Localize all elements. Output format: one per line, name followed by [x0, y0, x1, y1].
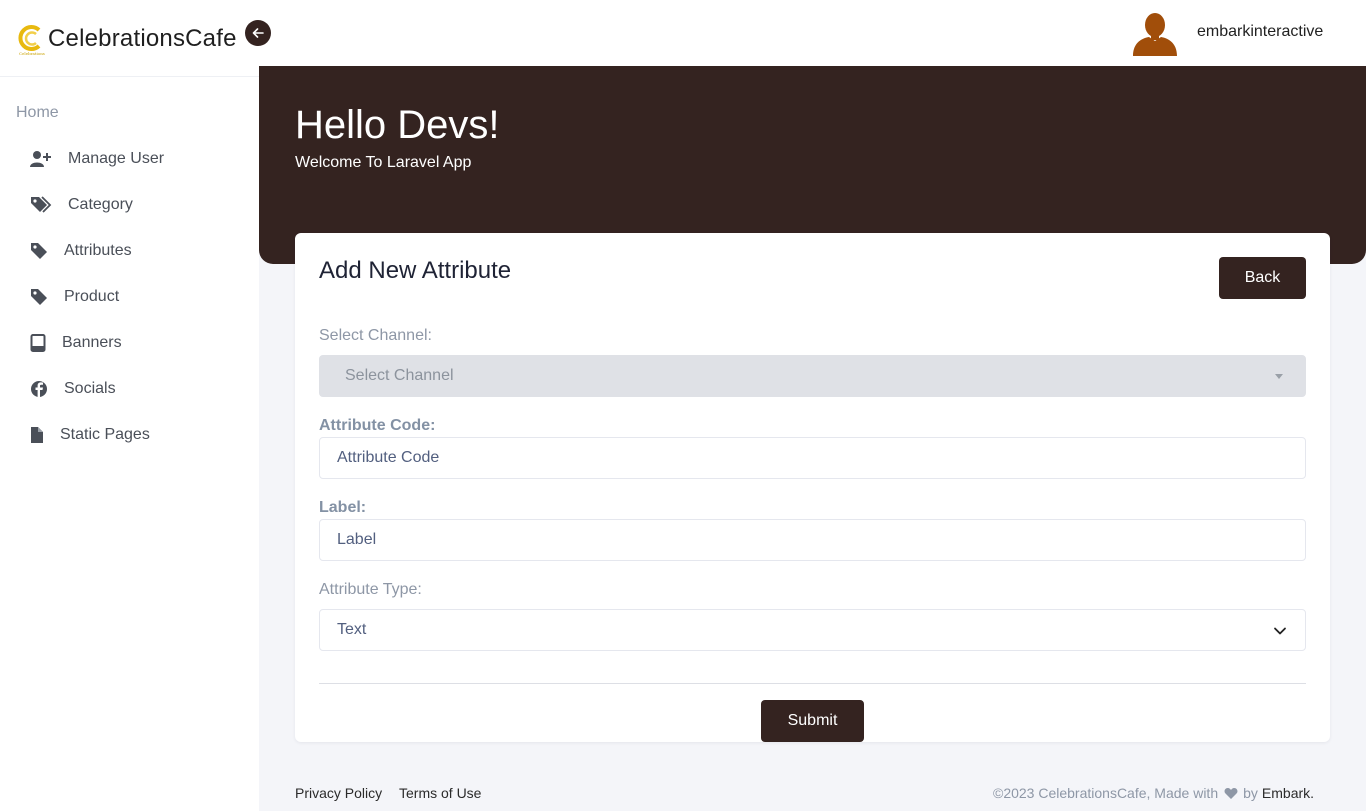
topbar: embarkinteractive [259, 0, 1366, 66]
heart-icon [1224, 787, 1238, 800]
sidebar-item-label: Static Pages [60, 426, 150, 443]
page-subtitle: Welcome To Laravel App [295, 154, 472, 171]
copyright-by: by [1243, 785, 1258, 801]
attribute-type-value: Text [337, 621, 367, 638]
svg-text:Celebrations: Celebrations [19, 51, 45, 56]
copyright-text: ©2023 CelebrationsCafe, Made with [993, 785, 1219, 801]
terms-of-use-link[interactable]: Terms of Use [399, 785, 481, 801]
file-icon [30, 425, 44, 445]
tags-icon [30, 195, 52, 215]
sidebar-item-socials[interactable]: Socials [30, 376, 116, 402]
user-avatar-icon[interactable] [1131, 10, 1179, 56]
channel-select[interactable]: Select Channel [319, 355, 1306, 397]
brand-name[interactable]: CelebrationsCafe [48, 25, 237, 53]
celebrationscafe-logo-icon[interactable]: Celebrations [17, 22, 45, 56]
back-button[interactable]: Back [1219, 257, 1306, 299]
channel-label: Select Channel: [319, 327, 432, 344]
facebook-icon [30, 379, 48, 399]
sidebar-item-category[interactable]: Category [30, 192, 133, 218]
sidebar-item-label: Product [64, 288, 120, 305]
sidebar-item-label: Attributes [64, 242, 132, 259]
attribute-code-label: Attribute Code: [319, 417, 436, 434]
user-plus-icon [30, 149, 52, 169]
sidebar-item-label: Category [68, 196, 133, 213]
channel-select-placeholder: Select Channel [345, 367, 454, 384]
sidebar: Celebrations CelebrationsCafe Home Manag… [0, 0, 271, 811]
attribute-code-placeholder: Attribute Code [337, 449, 440, 466]
submit-button[interactable]: Submit [761, 700, 864, 742]
sidebar-item-product[interactable]: Product [30, 284, 119, 310]
privacy-policy-link[interactable]: Privacy Policy [295, 785, 382, 801]
copyright: ©2023 CelebrationsCafe, Made with by Emb… [993, 785, 1314, 801]
page-title: Hello Devs! [295, 103, 500, 147]
attribute-type-label: Attribute Type: [319, 581, 422, 598]
sidebar-item-label: Socials [64, 380, 116, 397]
sidebar-item-label: Manage User [68, 150, 165, 167]
sidebar-item-banners[interactable]: Banners [30, 330, 122, 356]
attribute-type-select[interactable]: Text [319, 609, 1306, 651]
tag-icon [30, 241, 48, 261]
tablet-icon [30, 333, 46, 353]
caret-down-icon [1275, 374, 1283, 379]
nav-home[interactable]: Home [16, 104, 59, 122]
sidebar-item-attributes[interactable]: Attributes [30, 238, 132, 264]
sidebar-collapse-button[interactable] [245, 20, 271, 46]
username[interactable]: embarkinteractive [1197, 23, 1323, 41]
label-input[interactable]: Label [319, 519, 1306, 561]
company-link[interactable]: Embark. [1262, 785, 1314, 801]
add-attribute-card: Add New Attribute Back Select Channel: S… [295, 233, 1330, 742]
brand: Celebrations CelebrationsCafe [0, 0, 259, 77]
label-placeholder: Label [337, 531, 377, 548]
form-divider [319, 683, 1306, 684]
sidebar-item-static-pages[interactable]: Static Pages [30, 422, 150, 448]
card-title: Add New Attribute [319, 257, 512, 284]
tag-icon [30, 287, 48, 307]
arrow-left-icon [252, 28, 264, 38]
label-field-label: Label: [319, 499, 367, 516]
sidebar-item-manage-user[interactable]: Manage User [30, 146, 164, 172]
sidebar-item-label: Banners [62, 334, 122, 351]
chevron-down-icon [1274, 627, 1286, 635]
attribute-code-input[interactable]: Attribute Code [319, 437, 1306, 479]
